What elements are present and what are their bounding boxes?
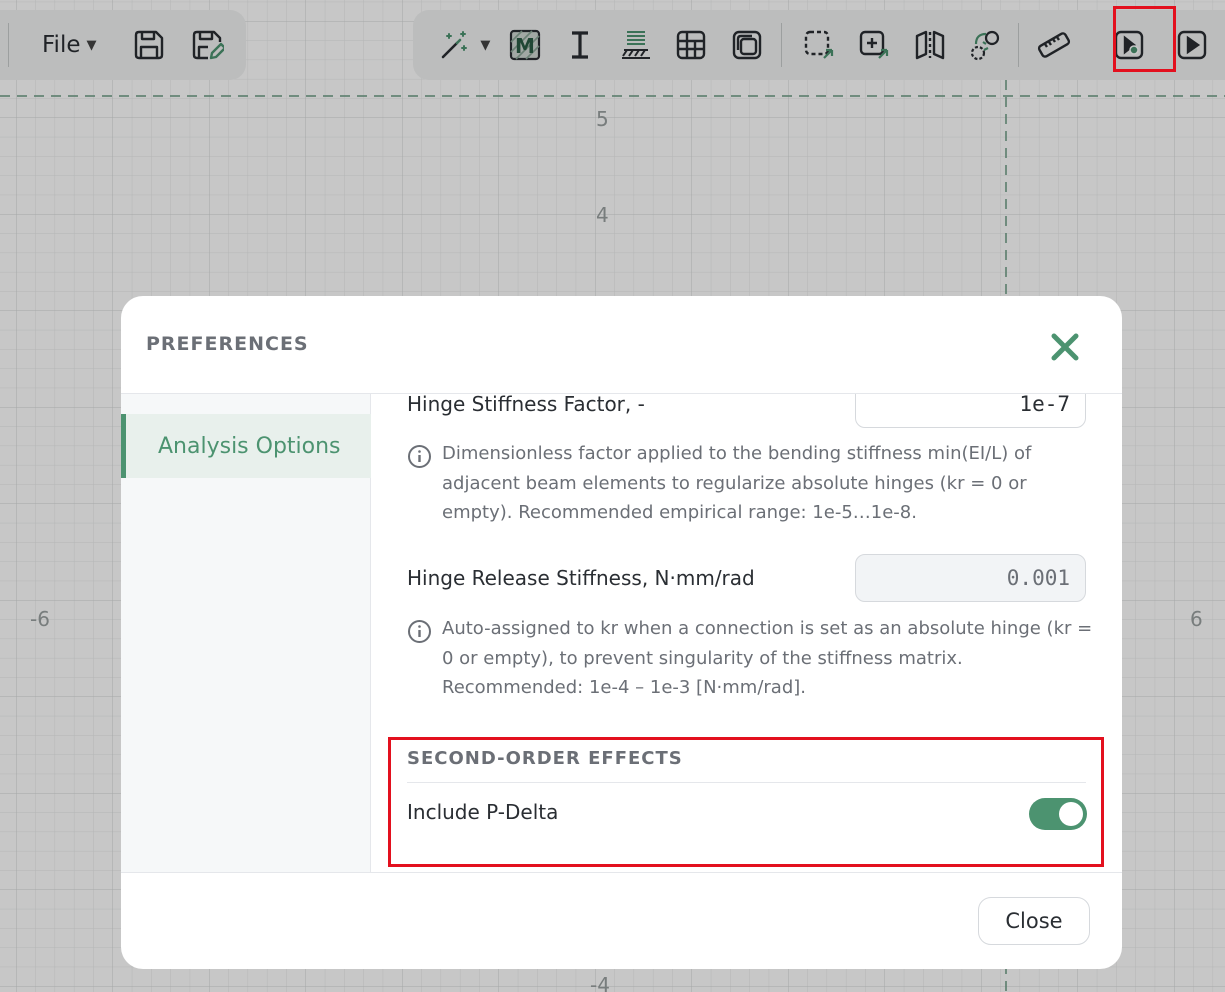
nav-item-label: Analysis Options <box>158 433 341 459</box>
info-icon <box>408 445 431 468</box>
hinge-stiffness-factor-input[interactable] <box>855 394 1086 428</box>
preferences-sidebar: Analysis Options <box>121 394 371 872</box>
close-button[interactable]: Close <box>978 897 1090 945</box>
hinge-release-stiffness-input <box>855 554 1086 602</box>
info-icon <box>408 620 431 643</box>
hinge-release-stiffness-info: Auto-assigned to kr when a connection is… <box>407 614 1097 703</box>
highlight-second-order-section <box>388 737 1104 867</box>
close-icon[interactable] <box>1050 332 1080 362</box>
dialog-title: PREFERENCES <box>146 333 309 355</box>
dialog-header: PREFERENCES <box>121 296 1122 394</box>
hinge-stiffness-factor-info: Dimensionless factor applied to the bend… <box>407 439 1097 528</box>
info-text: Auto-assigned to kr when a connection is… <box>442 618 1093 698</box>
hinge-stiffness-factor-label: Hinge Stiffness Factor, - <box>407 394 645 416</box>
highlight-run-settings <box>1113 6 1176 72</box>
hinge-release-stiffness-label: Hinge Release Stiffness, N·mm/rad <box>407 566 755 590</box>
dialog-footer: Close <box>121 872 1122 969</box>
preferences-dialog: PREFERENCES Analysis Options Hinge Stiff… <box>121 296 1122 969</box>
nav-item-analysis-options[interactable]: Analysis Options <box>121 414 371 478</box>
info-text: Dimensionless factor applied to the bend… <box>442 443 1032 523</box>
